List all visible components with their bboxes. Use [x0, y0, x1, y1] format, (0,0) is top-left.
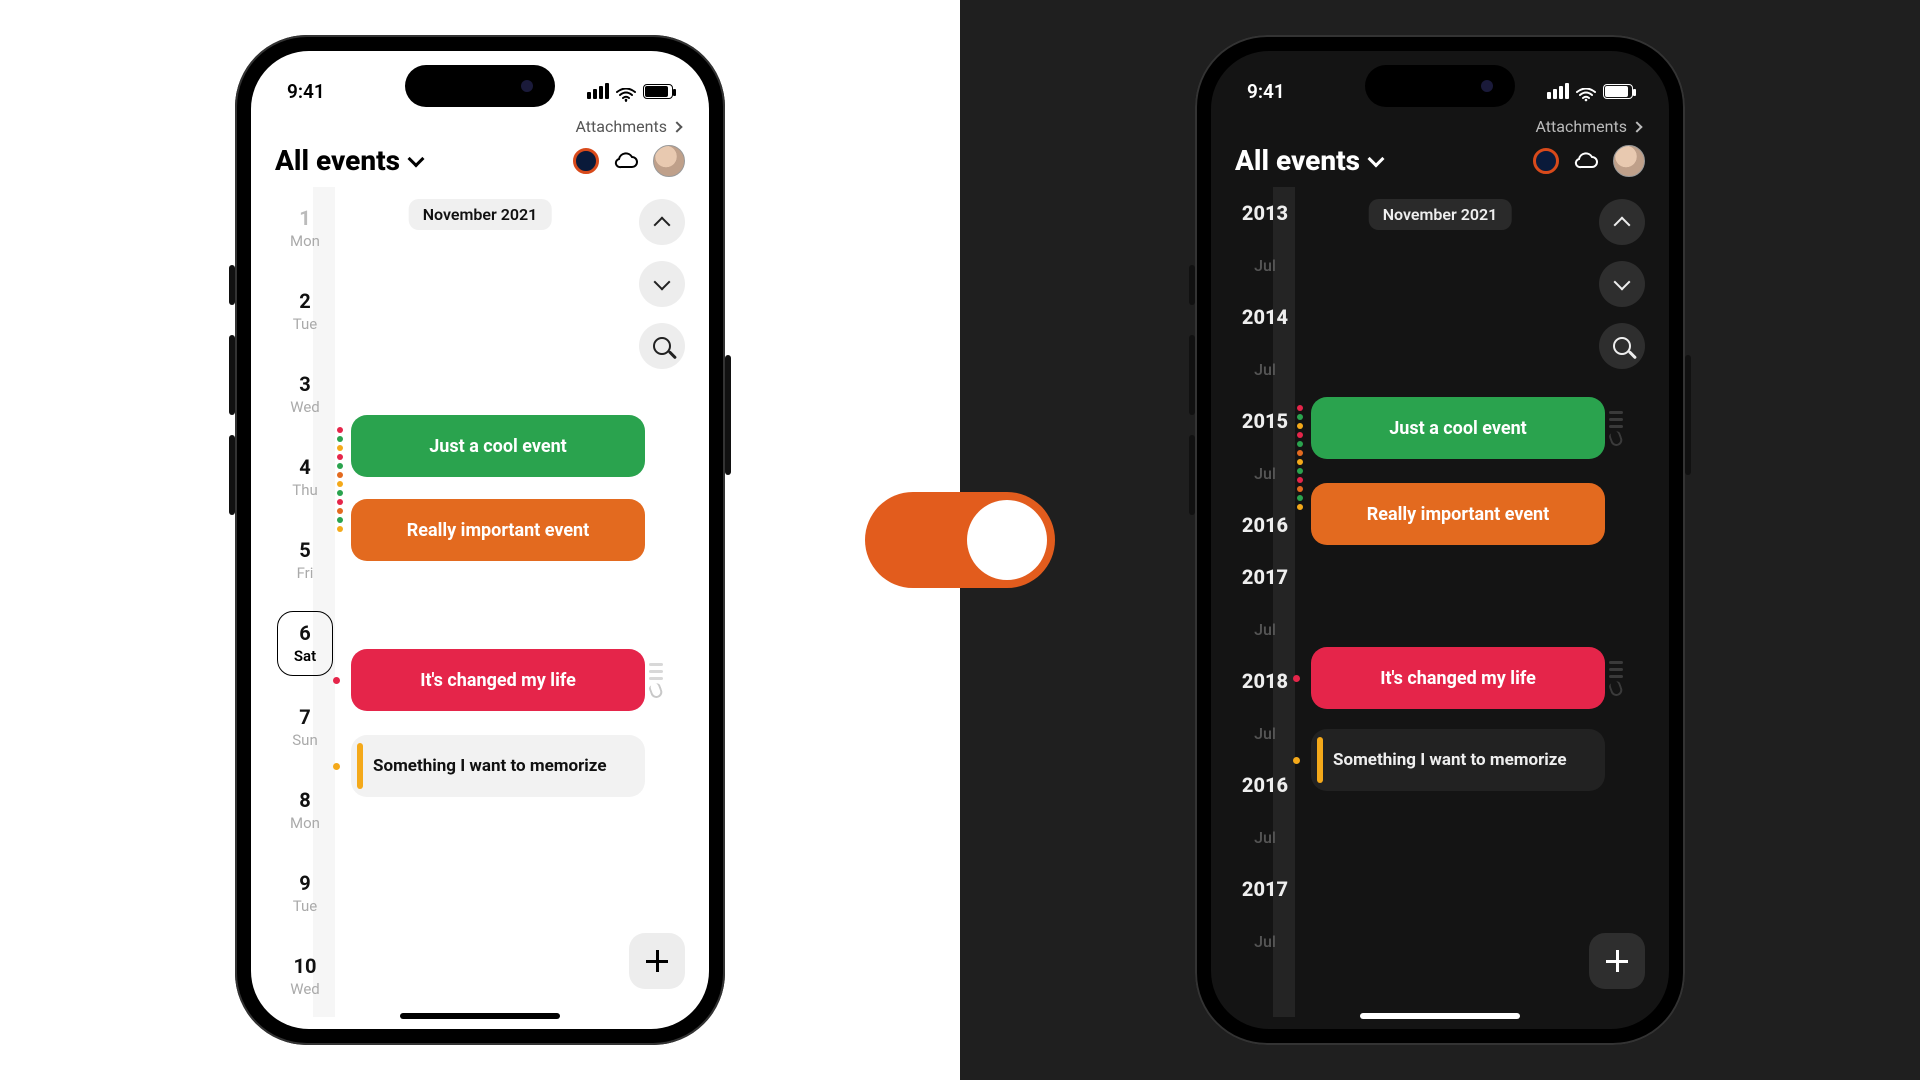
rail-month[interactable]: Jul — [1235, 915, 1295, 967]
avatar[interactable] — [1613, 145, 1645, 177]
attachments-link[interactable]: Attachments — [1211, 113, 1669, 140]
cellular-icon — [587, 83, 609, 99]
dynamic-island — [1365, 65, 1515, 107]
home-indicator[interactable] — [1360, 1013, 1520, 1019]
cellular-icon — [1547, 83, 1569, 99]
event-marker-dot — [333, 677, 340, 684]
record-icon[interactable] — [573, 148, 599, 174]
side-button — [229, 335, 235, 415]
side-button — [229, 435, 235, 515]
dynamic-island — [405, 65, 555, 107]
event-orange[interactable]: Really important event — [1311, 483, 1605, 545]
search-icon — [1613, 337, 1631, 355]
scroll-up-button[interactable] — [1599, 199, 1645, 245]
chevron-down-icon — [408, 150, 425, 167]
day-cell[interactable]: 4Thu — [275, 436, 335, 519]
side-button — [725, 355, 731, 475]
paperclip-icon — [1608, 680, 1624, 697]
rail-year[interactable]: 2016 — [1235, 499, 1295, 551]
day-cell[interactable]: 3Wed — [275, 353, 335, 436]
search-button[interactable] — [639, 323, 685, 369]
event-memo[interactable]: Something I want to memorize — [351, 735, 645, 797]
side-button — [1189, 435, 1195, 515]
event-orange[interactable]: Really important event — [351, 499, 645, 561]
wifi-icon — [1576, 84, 1596, 98]
chevron-up-icon — [1614, 216, 1631, 233]
page-title: All events — [1235, 144, 1360, 177]
filter-dropdown[interactable]: All events — [1235, 144, 1382, 177]
day-cell[interactable]: 2Tue — [275, 270, 335, 353]
rail-month[interactable]: Jul — [1235, 811, 1295, 863]
rail-month[interactable]: Jul — [1235, 447, 1295, 499]
side-button — [1685, 355, 1691, 475]
rail-month[interactable]: Jul — [1235, 707, 1295, 759]
rail-year[interactable]: 2015 — [1235, 395, 1295, 447]
record-icon[interactable] — [1533, 148, 1559, 174]
day-cell[interactable]: 8Mon — [275, 768, 335, 851]
rail-year[interactable]: 2017 — [1235, 551, 1295, 603]
day-cell[interactable]: 6Sat — [277, 611, 333, 675]
chevron-right-icon — [1631, 121, 1642, 132]
memo-accent-bar — [357, 743, 363, 789]
event-red[interactable]: It's changed my life — [351, 649, 645, 711]
chevron-down-icon — [1368, 150, 1385, 167]
rail-month[interactable]: Jul — [1235, 239, 1295, 291]
page-title: All events — [275, 144, 400, 177]
add-event-button[interactable] — [1589, 933, 1645, 989]
rail-year[interactable]: 2013 — [1235, 187, 1295, 239]
search-icon — [653, 337, 671, 355]
search-button[interactable] — [1599, 323, 1645, 369]
event-green[interactable]: Just a cool event — [1311, 397, 1605, 459]
rail-month[interactable]: Jul — [1235, 603, 1295, 655]
chevron-down-icon — [654, 273, 671, 290]
side-button — [1189, 335, 1195, 415]
rail-year[interactable]: 2014 — [1235, 291, 1295, 343]
scroll-up-button[interactable] — [639, 199, 685, 245]
day-cell[interactable]: 10Wed — [275, 934, 335, 1017]
wifi-icon — [616, 84, 636, 98]
battery-icon — [1603, 84, 1633, 99]
toggle-knob — [967, 500, 1047, 580]
avatar[interactable] — [653, 145, 685, 177]
event-green[interactable]: Just a cool event — [351, 415, 645, 477]
cloud-sync-icon[interactable] — [1573, 151, 1599, 171]
rail-month[interactable]: Jul — [1235, 343, 1295, 395]
side-button — [229, 265, 235, 305]
scroll-down-button[interactable] — [639, 261, 685, 307]
scroll-down-button[interactable] — [1599, 261, 1645, 307]
status-time: 9:41 — [287, 80, 325, 103]
theme-toggle[interactable] — [865, 492, 1055, 588]
cloud-sync-icon[interactable] — [613, 151, 639, 171]
rail-year[interactable]: 2017 — [1235, 863, 1295, 915]
rail-year[interactable]: 2018 — [1235, 655, 1295, 707]
event-memo[interactable]: Something I want to memorize — [1311, 729, 1605, 791]
attachments-label: Attachments — [575, 117, 667, 136]
chevron-down-icon — [1614, 273, 1631, 290]
day-cell[interactable]: 9Tue — [275, 851, 335, 934]
paperclip-icon — [648, 682, 664, 699]
memo-accent-bar — [1317, 737, 1323, 783]
home-indicator[interactable] — [400, 1013, 560, 1019]
day-cell[interactable]: 1Mon — [275, 187, 335, 270]
event-red[interactable]: It's changed my life — [1311, 647, 1605, 709]
chevron-up-icon — [654, 216, 671, 233]
phone-dark: 9:41 Attachments All events — [1195, 35, 1685, 1045]
attachments-label: Attachments — [1535, 117, 1627, 136]
plus-icon — [1606, 950, 1628, 972]
add-event-button[interactable] — [629, 933, 685, 989]
filter-dropdown[interactable]: All events — [275, 144, 422, 177]
battery-icon — [643, 84, 673, 99]
status-time: 9:41 — [1247, 80, 1285, 103]
chevron-right-icon — [671, 121, 682, 132]
paperclip-icon — [1608, 430, 1624, 447]
attachments-link[interactable]: Attachments — [251, 113, 709, 140]
day-cell[interactable]: 7Sun — [275, 685, 335, 768]
side-button — [1189, 265, 1195, 305]
phone-light: 9:41 Attachments All events — [235, 35, 725, 1045]
plus-icon — [646, 950, 668, 972]
day-cell[interactable]: 5Fri — [275, 519, 335, 602]
rail-year[interactable]: 2016 — [1235, 759, 1295, 811]
